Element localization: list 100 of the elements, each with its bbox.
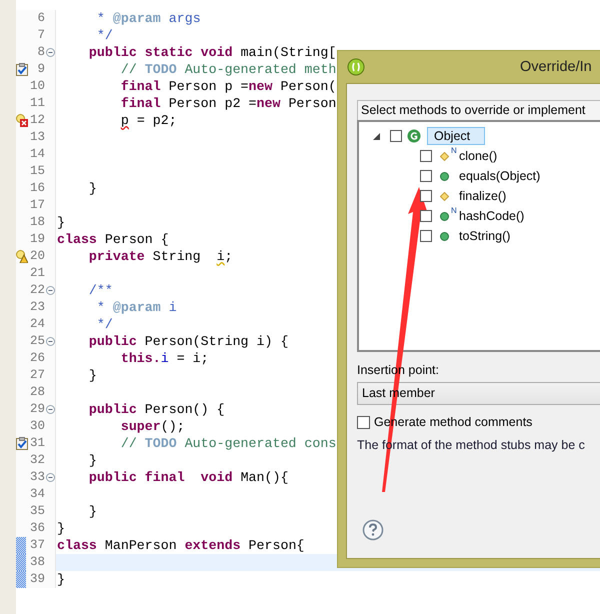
code-text: = i; [176, 351, 209, 366]
keyword: super [120, 419, 161, 434]
tree-item[interactable]: finalize() [459, 189, 506, 203]
code-text: String [152, 249, 202, 264]
error-token: p [120, 113, 129, 128]
javadoc-comment: args [168, 11, 201, 26]
code-text: Person( [279, 79, 336, 94]
code-text: } [57, 521, 65, 536]
keyword: void [200, 45, 233, 60]
keyword: public [88, 334, 137, 349]
line-number: 7 [37, 27, 45, 44]
expand-arrow-icon[interactable] [373, 132, 380, 140]
code-text: main(String[ [240, 45, 336, 60]
keyword: this. [120, 351, 161, 366]
code-text: } [88, 368, 97, 383]
code-text: Person p = [168, 79, 249, 94]
keyword: public [88, 470, 137, 485]
checkbox[interactable] [420, 210, 432, 222]
code-text: Person p2 = [168, 96, 257, 111]
warning-token: i [216, 249, 225, 264]
line-number: 35 [30, 503, 45, 520]
checkbox[interactable] [420, 230, 432, 242]
field-name: i [160, 351, 169, 366]
diamond-icon [440, 152, 449, 160]
code-text: ; [224, 249, 233, 264]
checkbox[interactable] [357, 416, 370, 428]
tree-item[interactable]: toString() [459, 229, 510, 243]
code-text: Person(String i) { [144, 334, 288, 349]
line-number: 23 [30, 299, 45, 316]
line-number: 26 [30, 350, 45, 367]
code-text: Man(){ [240, 470, 288, 485]
keyword: class [57, 538, 97, 553]
code-text: } [57, 572, 65, 587]
instruction-label: Select methods to override or implement [357, 100, 600, 120]
line-number: 15 [30, 163, 45, 180]
line-number: 30 [30, 418, 45, 435]
checkbox[interactable] [420, 170, 432, 182]
line-number: 18 [30, 214, 45, 231]
collapse-icon[interactable] [46, 473, 55, 482]
line-number: 25 [30, 333, 45, 350]
javadoc-comment: */ [96, 28, 113, 43]
collapse-icon[interactable] [46, 48, 55, 57]
code-text: } [57, 215, 65, 230]
javadoc-tag: @param [104, 300, 161, 315]
line-number: 32 [30, 452, 45, 469]
javadoc-comment: * [96, 300, 105, 315]
tree-item[interactable]: hashCode() [459, 209, 524, 223]
app-icon [347, 58, 365, 76]
line-number: 11 [30, 95, 45, 112]
collapse-icon[interactable] [46, 405, 55, 414]
line-number: 19 [30, 231, 45, 248]
tree-item[interactable]: clone() [459, 149, 498, 163]
javadoc-tag: @param [104, 11, 161, 26]
keyword: final [144, 470, 185, 485]
line-number: 34 [30, 486, 45, 503]
line-number: 24 [30, 316, 45, 333]
javadoc-comment: * [96, 11, 105, 26]
class-icon [407, 129, 421, 143]
checkbox[interactable] [420, 150, 432, 162]
help-icon[interactable] [362, 519, 384, 541]
tree-item[interactable]: equals(Object) [459, 169, 540, 183]
line-number: 17 [30, 197, 45, 214]
line-number: 8 [37, 44, 45, 61]
line-number: 33 [30, 469, 45, 486]
checkbox[interactable] [420, 190, 432, 202]
keyword: void [200, 470, 233, 485]
code-text: Person { [104, 232, 169, 247]
dot-icon [440, 172, 449, 180]
keyword: public [88, 402, 137, 417]
code-text: Person() { [144, 402, 225, 417]
comment: // [120, 62, 137, 77]
line-number: 22 [30, 282, 45, 299]
native-marker: N [451, 206, 457, 215]
keyword: public [88, 45, 137, 60]
dot-icon [440, 212, 449, 220]
comment: Auto-generated meth [184, 62, 336, 77]
line-number: 38 [30, 554, 45, 571]
line-number: 21 [30, 265, 45, 282]
line-number: 6 [37, 10, 45, 27]
todo-tag: TODO [136, 436, 177, 451]
code-text: Person{ [248, 538, 304, 553]
checkbox[interactable] [390, 130, 402, 142]
code-text: } [88, 453, 97, 468]
line-number: 37 [30, 537, 45, 554]
diamond-icon [440, 192, 449, 200]
javadoc-comment: /** [88, 283, 113, 298]
tree-item[interactable]: Object [427, 127, 486, 145]
comment: Auto-generated cons [184, 436, 336, 451]
collapse-icon[interactable] [46, 337, 55, 346]
keyword: extends [184, 538, 241, 553]
line-number: 16 [30, 180, 45, 197]
native-marker: N [451, 146, 457, 155]
warning-lightbulb-icon [16, 250, 28, 263]
line-number: 9 [37, 61, 45, 78]
code-text: = p2; [136, 113, 177, 128]
comment: // [120, 436, 137, 451]
line-number: 20 [30, 248, 45, 265]
collapse-icon[interactable] [46, 286, 55, 295]
dot-icon [440, 232, 449, 240]
todo-tag: TODO [136, 62, 177, 77]
